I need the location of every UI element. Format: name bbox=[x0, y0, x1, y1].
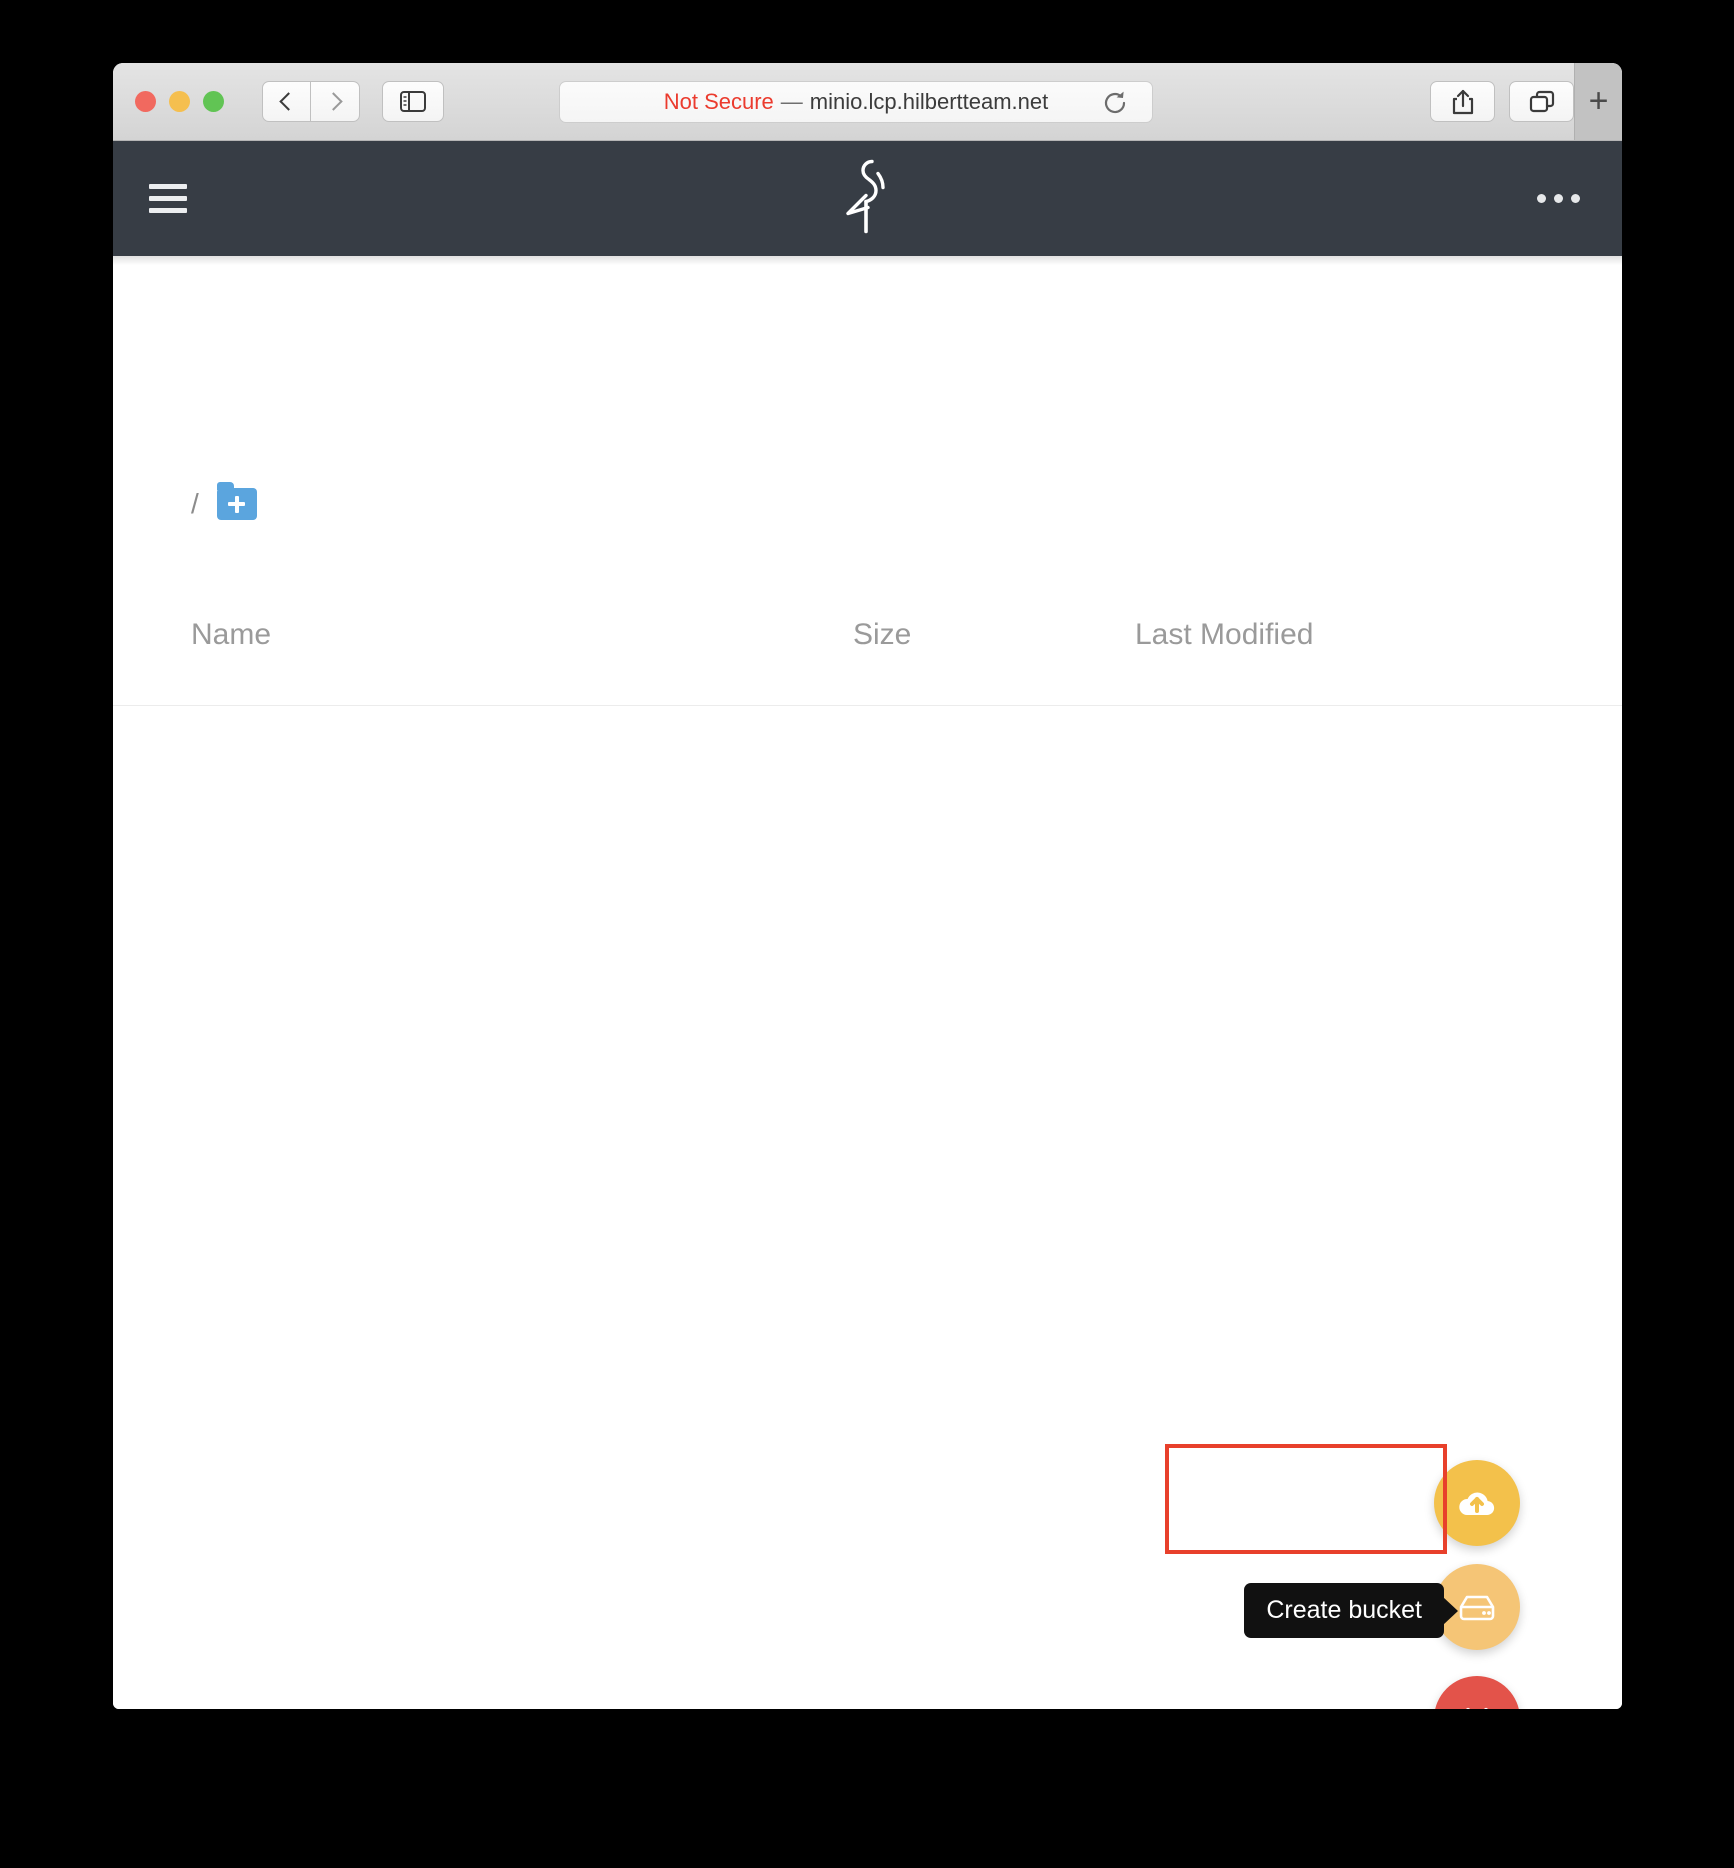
breadcrumb: / bbox=[191, 482, 257, 520]
menu-button[interactable] bbox=[149, 184, 187, 213]
reload-icon[interactable] bbox=[1102, 90, 1128, 116]
main-content: / Name Size Last Modified Create bucket bbox=[113, 256, 1622, 1709]
share-icon bbox=[1452, 89, 1473, 114]
breadcrumb-root[interactable]: / bbox=[191, 488, 199, 520]
sidebar-toggle-button[interactable] bbox=[382, 81, 444, 122]
object-table-header: Name Size Last Modified bbox=[113, 596, 1622, 706]
new-tab-button[interactable]: + bbox=[1574, 63, 1622, 140]
annotation-highlight-box bbox=[1165, 1444, 1447, 1554]
tab-overview-button[interactable] bbox=[1509, 81, 1574, 122]
minio-logo bbox=[842, 155, 894, 242]
close-icon bbox=[1466, 1707, 1488, 1709]
close-window-button[interactable] bbox=[135, 91, 156, 112]
browser-window: Not Secure — minio.lcp.hilbertteam.net +… bbox=[113, 63, 1622, 1709]
maximize-window-button[interactable] bbox=[203, 91, 224, 112]
close-fab-menu-button[interactable] bbox=[1434, 1676, 1520, 1709]
column-header-last-modified[interactable]: Last Modified bbox=[1135, 618, 1313, 652]
menu-bar-2 bbox=[149, 196, 187, 201]
chevron-right-icon bbox=[323, 92, 343, 111]
create-folder-button[interactable] bbox=[216, 482, 257, 520]
address-bar[interactable]: Not Secure — minio.lcp.hilbertteam.net bbox=[559, 81, 1153, 123]
url-host: minio.lcp.hilbertteam.net bbox=[809, 89, 1049, 114]
cloud-upload-icon bbox=[1459, 1492, 1495, 1516]
browser-toolbar: Not Secure — minio.lcp.hilbertteam.net + bbox=[113, 63, 1622, 141]
menu-bar-1 bbox=[149, 184, 187, 189]
tabs-icon bbox=[1529, 90, 1554, 112]
column-header-size[interactable]: Size bbox=[853, 618, 911, 652]
sidebar-icon bbox=[400, 91, 426, 112]
toolbar-right-buttons bbox=[1430, 81, 1574, 122]
plus-vertical bbox=[234, 495, 239, 513]
dot-1 bbox=[1537, 194, 1546, 203]
app-header bbox=[113, 141, 1622, 256]
security-status-label: Not Secure bbox=[663, 89, 774, 114]
dot-3 bbox=[1571, 194, 1580, 203]
column-header-name[interactable]: Name bbox=[191, 618, 271, 652]
chevron-left-icon bbox=[279, 92, 298, 111]
minio-flamingo-icon bbox=[845, 159, 885, 233]
traffic-lights bbox=[135, 91, 224, 112]
menu-bar-3 bbox=[149, 208, 187, 213]
create-bucket-tooltip: Create bucket bbox=[1244, 1583, 1444, 1638]
more-options-button[interactable] bbox=[1537, 194, 1580, 203]
back-button[interactable] bbox=[262, 81, 311, 122]
share-button[interactable] bbox=[1430, 81, 1495, 122]
forward-button[interactable] bbox=[311, 81, 360, 122]
bucket-icon bbox=[1459, 1595, 1495, 1621]
url-separator: — bbox=[780, 89, 803, 114]
minimize-window-button[interactable] bbox=[169, 91, 190, 112]
header-shadow bbox=[113, 256, 1622, 265]
dot-2 bbox=[1554, 194, 1563, 203]
navigation-buttons bbox=[262, 81, 360, 122]
